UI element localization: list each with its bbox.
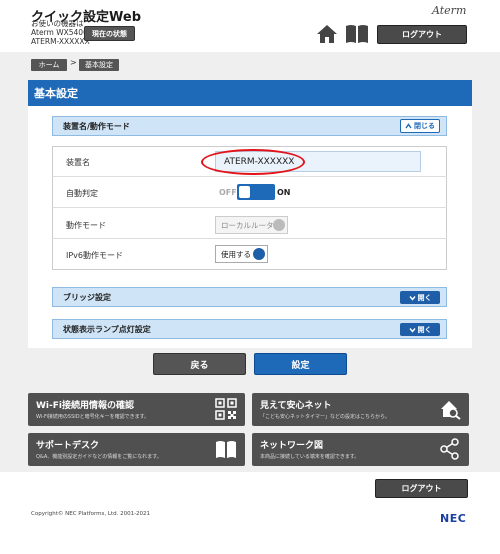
highlight-circle <box>201 149 305 175</box>
tile-support-desk[interactable]: サポートデスク Q&A、機能別設定ガイドなどの情報をご覧になれます。 <box>28 433 245 466</box>
close-label: 閉じる <box>414 122 435 130</box>
tile-title: ネットワーク図 <box>260 441 324 451</box>
tile-network-map[interactable]: ネットワーク図 本商品に接続している端末を確認できます。 <box>252 433 469 466</box>
logout-button-top[interactable]: ログアウト <box>377 25 467 44</box>
book-icon <box>216 441 236 458</box>
aterm-logo: Aterm <box>432 4 467 17</box>
network-icon <box>440 438 459 460</box>
back-button[interactable]: 戻る <box>153 353 246 375</box>
current-status-button[interactable]: 現在の状態 <box>84 26 135 41</box>
set-button[interactable]: 設定 <box>254 353 347 375</box>
close-accordion-button[interactable]: 閉じる <box>400 119 440 133</box>
tile-desc: Q&A、機能別設定ガイドなどの情報をご覧になれます。 <box>36 454 162 460</box>
tile-desc: 「こども安心ネットタイマー」などの設定はこちらから。 <box>260 414 391 420</box>
toggle-off-label: OFF <box>219 188 237 197</box>
tile-desc: Wi-Fi接続用のSSIDと暗号化キーを確認できます。 <box>36 414 150 420</box>
open-bridge-button[interactable]: 開く <box>400 291 440 304</box>
tile-title: 見えて安心ネット <box>260 401 332 411</box>
chevron-down-icon <box>408 295 416 301</box>
section-title-bar: 基本設定 <box>28 80 472 106</box>
qr-code-icon <box>215 398 237 420</box>
ipv6-mode-label: IPv6動作モード <box>66 251 124 260</box>
chevron-down-icon <box>273 219 285 231</box>
tile-title: Wi-Fi接続用情報の確認 <box>36 401 134 411</box>
operation-mode-value: ローカルルータ <box>221 220 274 230</box>
device-name-label: 装置名 <box>66 158 90 167</box>
toggle-knob <box>239 186 250 198</box>
auto-detect-label: 自動判定 <box>66 189 98 198</box>
logout-button-bottom[interactable]: ログアウト <box>375 479 468 498</box>
breadcrumb-separator: > <box>70 58 77 67</box>
breadcrumb-basic-settings: 基本設定 <box>79 59 119 71</box>
chevron-down-icon <box>408 327 416 333</box>
chevron-up-icon <box>405 123 412 129</box>
accordion-lamp[interactable]: 状態表示ランプ点灯設定 <box>52 319 447 339</box>
ipv6-mode-select[interactable]: 使用する <box>215 245 268 263</box>
tile-safe-net[interactable]: 見えて安心ネット 「こども安心ネットタイマー」などの設定はこちらから。 <box>252 393 469 426</box>
accordion-bridge[interactable]: ブリッジ設定 <box>52 287 447 307</box>
open-label: 開く <box>417 293 432 302</box>
toggle-on-label: ON <box>277 188 291 197</box>
chevron-down-icon <box>253 248 265 260</box>
copyright-text: Copyright© NEC Platforms, Ltd. 2001-2021 <box>31 511 151 517</box>
home-icon[interactable] <box>316 24 338 44</box>
house-magnifier-icon <box>441 401 461 420</box>
operation-mode-label: 動作モード <box>66 221 106 230</box>
open-label: 開く <box>417 325 432 334</box>
accordion-device-mode[interactable]: 装置名/動作モード <box>52 116 447 136</box>
device-name: ATERM-XXXXXX <box>31 37 90 46</box>
tile-title: サポートデスク <box>36 441 100 451</box>
operation-mode-select: ローカルルータ <box>215 216 288 234</box>
breadcrumb-home[interactable]: ホーム <box>31 59 67 71</box>
nec-logo: NEC <box>440 512 467 525</box>
open-lamp-button[interactable]: 開く <box>400 323 440 336</box>
device-caption: お使いの機器は <box>31 19 84 28</box>
ipv6-mode-value: 使用する <box>221 249 251 259</box>
tile-desc: 本商品に接続している端末を確認できます。 <box>260 454 360 460</box>
manual-book-icon[interactable] <box>345 24 369 44</box>
tile-wifi-info[interactable]: Wi-Fi接続用情報の確認 Wi-Fi接続用のSSIDと暗号化キーを確認できます… <box>28 393 245 426</box>
